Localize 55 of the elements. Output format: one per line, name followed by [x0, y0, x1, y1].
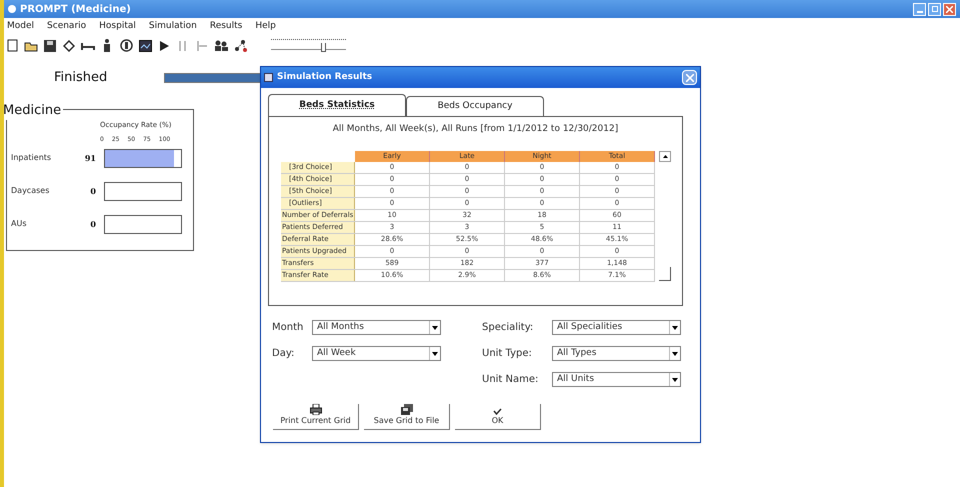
dialog-icon — [264, 73, 273, 82]
printer-icon — [310, 404, 322, 415]
row-value: 0 — [89, 218, 96, 230]
menu-item[interactable]: Simulation — [148, 20, 197, 34]
tab[interactable]: Beds Statistics — [268, 94, 406, 116]
app-icon — [8, 5, 16, 13]
row-label: Inpatients — [11, 152, 52, 164]
dropdown[interactable]: All Week — [312, 346, 441, 361]
menu-item[interactable]: Hospital — [99, 20, 136, 34]
chart-icon[interactable] — [137, 38, 153, 54]
save-icon[interactable] — [42, 38, 58, 54]
menu-item[interactable]: Results — [210, 20, 242, 34]
dropdown[interactable]: All Units — [552, 372, 681, 387]
network-icon[interactable] — [232, 38, 248, 54]
dropdown-arrow-icon — [669, 347, 680, 360]
dropdown[interactable]: All Specialities — [552, 320, 681, 335]
toolbar-button[interactable]: OK — [455, 404, 541, 430]
minimize-button[interactable] — [913, 2, 926, 16]
filter-label: Unit Type: — [482, 347, 533, 361]
row-label: Daycases — [11, 185, 50, 197]
toolbar-button[interactable]: Print Current Grid — [273, 404, 359, 430]
close-icon — [946, 6, 953, 12]
filter-label: Day: — [272, 347, 296, 361]
table-title: All Months, All Week(s), All Runs [from 1/1/2012 to 12/30/2012] — [332, 123, 620, 136]
menu-item[interactable]: Scenario — [47, 20, 86, 34]
dropdown[interactable]: All Types — [552, 346, 681, 361]
slider-thumb[interactable] — [321, 42, 326, 52]
dropdown-arrow-icon — [429, 347, 440, 360]
tab[interactable]: Beds Occupancy — [406, 96, 544, 116]
menu-item[interactable]: Help — [255, 20, 276, 34]
row-value: 0 — [89, 185, 96, 197]
row-value: 91 — [84, 152, 96, 164]
dropdown-arrow-icon — [669, 373, 680, 386]
window-title: PROMPT (Medicine) — [20, 2, 131, 16]
close-button[interactable] — [943, 2, 956, 16]
disks-icon — [400, 404, 412, 415]
dialog-title: Simulation Results — [277, 70, 372, 84]
scroll-up-icon[interactable] — [659, 150, 671, 162]
filter-label: Unit Name: — [482, 373, 540, 387]
speed-slider[interactable] — [271, 38, 346, 52]
restore-button[interactable] — [928, 2, 941, 16]
dialog-close-button[interactable] — [682, 70, 697, 85]
filter-label: Speciality: — [482, 321, 534, 335]
dropdown-arrow-icon — [669, 321, 680, 334]
dropdown-arrow-icon — [429, 321, 440, 334]
group-icon[interactable] — [213, 38, 229, 54]
scrollbar[interactable] — [659, 150, 671, 280]
toolbar-button[interactable]: Save Grid to File — [364, 404, 450, 430]
status-text: Finished — [54, 69, 108, 87]
checkmark-icon — [493, 408, 502, 415]
dropdown[interactable]: All Months — [312, 320, 441, 335]
close-icon — [686, 74, 694, 82]
filter-label: Month — [272, 321, 304, 335]
menu-item[interactable]: Model — [7, 20, 34, 34]
row-label: AUs — [11, 218, 28, 230]
